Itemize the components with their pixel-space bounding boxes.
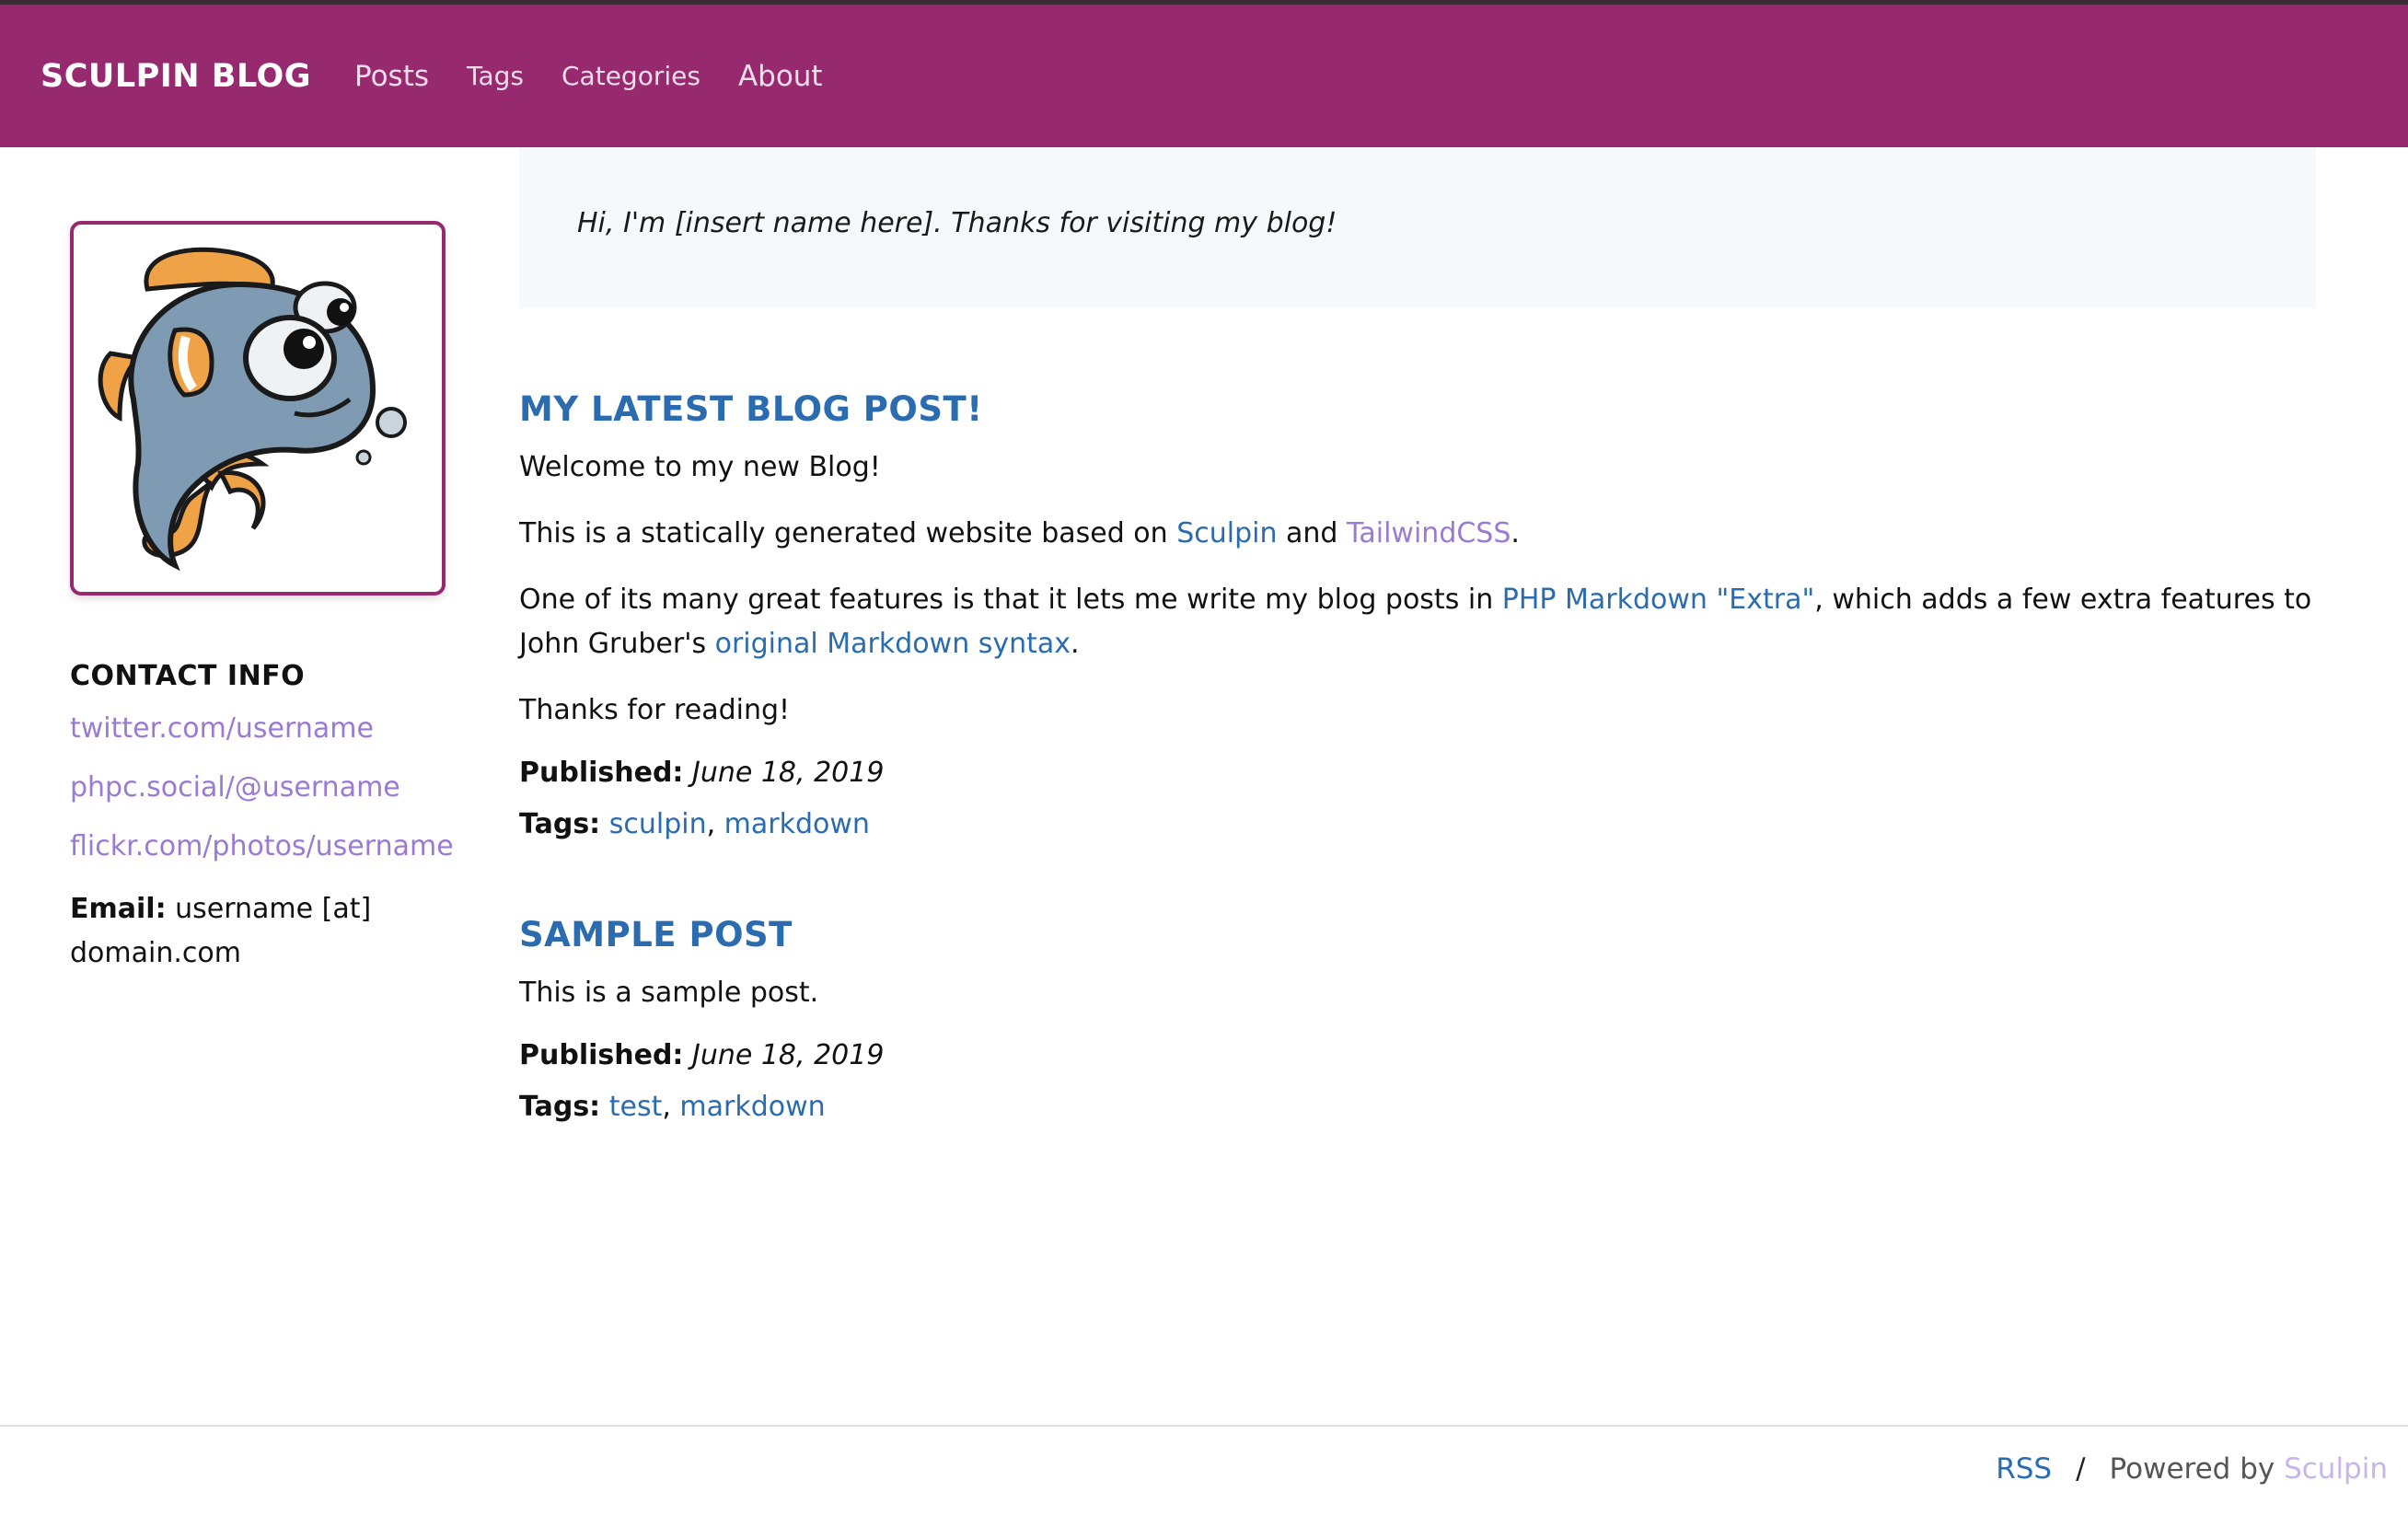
post-published: Published: June 18, 2019: [519, 755, 2316, 792]
link-php-markdown-extra[interactable]: PHP Markdown "Extra": [1502, 584, 1815, 616]
post-tags: Tags: test, markdown: [519, 1091, 826, 1123]
text-segment: .: [1511, 517, 1520, 549]
brand-link[interactable]: SCULPIN BLOG: [41, 58, 311, 95]
text-segment: This is a statically generated website b…: [519, 517, 1177, 549]
published-label: Published:: [519, 1039, 684, 1071]
tag-link[interactable]: sculpin: [609, 808, 707, 840]
footer-separator: /: [2076, 1452, 2086, 1486]
main-content: Hi, I'm [insert name here]. Thanks for v…: [519, 147, 2316, 1126]
post-title-link[interactable]: MY LATEST BLOG POST!: [519, 389, 983, 429]
link-sculpin[interactable]: Sculpin: [1176, 517, 1277, 549]
intro-box: Hi, I'm [insert name here]. Thanks for v…: [519, 147, 2316, 308]
sidebar: CONTACT INFO twitter.com/username phpc.s…: [70, 221, 454, 976]
contact-email: Email: username [at] domain.com: [70, 887, 447, 976]
nav-link-about[interactable]: About: [738, 60, 823, 93]
post-sample: SAMPLE POST This is a sample post. Publi…: [519, 915, 2316, 1126]
post-paragraph: Thanks for reading!: [519, 694, 791, 726]
footer-divider: [0, 1425, 2408, 1427]
published-date: June 18, 2019: [691, 757, 885, 789]
link-original-markdown-syntax[interactable]: original Markdown syntax: [715, 628, 1071, 660]
post-title-link[interactable]: SAMPLE POST: [519, 915, 793, 954]
post-published: Published: June 18, 2019: [519, 1037, 2316, 1074]
post-paragraph: One of its many great features is that i…: [519, 578, 2316, 666]
tag-link[interactable]: markdown: [679, 1091, 825, 1123]
avatar: [70, 221, 446, 596]
nav-link-tags[interactable]: Tags: [467, 61, 524, 91]
rss-link[interactable]: RSS: [1996, 1452, 2052, 1486]
text-segment: .: [1071, 628, 1080, 660]
published-date: June 18, 2019: [691, 1039, 885, 1071]
text-segment: and: [1277, 517, 1348, 549]
post-paragraph: Welcome to my new Blog!: [519, 451, 881, 483]
tags-label: Tags:: [519, 808, 601, 840]
footer: RSS / Powered by Sculpin: [1996, 1452, 2388, 1486]
fish-icon: [98, 247, 407, 571]
link-tailwindcss[interactable]: TailwindCSS: [1347, 517, 1511, 549]
powered-by-sculpin-link[interactable]: Sculpin: [2284, 1452, 2388, 1486]
post-paragraph: This is a statically generated website b…: [519, 512, 2316, 556]
tag-link[interactable]: test: [609, 1091, 663, 1123]
published-label: Published:: [519, 757, 684, 789]
tags-label: Tags:: [519, 1091, 601, 1123]
post-paragraph: This is a sample post.: [519, 977, 819, 1009]
text-segment: One of its many great features is that i…: [519, 584, 1502, 616]
contact-link-phpc-social[interactable]: phpc.social/@username: [70, 771, 447, 804]
nav-link-posts[interactable]: Posts: [354, 60, 429, 93]
post-latest: MY LATEST BLOG POST! Welcome to my new B…: [519, 389, 2316, 843]
nav-link-categories[interactable]: Categories: [561, 61, 700, 91]
email-label: Email:: [70, 893, 167, 925]
contact-link-twitter[interactable]: twitter.com/username: [70, 712, 447, 745]
navbar: SCULPIN BLOG Posts Tags Categories About: [0, 5, 2408, 147]
contact-link-flickr[interactable]: flickr.com/photos/username: [70, 830, 454, 862]
post-tags: Tags: sculpin, markdown: [519, 808, 870, 840]
powered-by-text: Powered by: [2109, 1452, 2285, 1486]
contact-info-heading: CONTACT INFO: [70, 660, 306, 692]
tag-link[interactable]: markdown: [724, 808, 870, 840]
